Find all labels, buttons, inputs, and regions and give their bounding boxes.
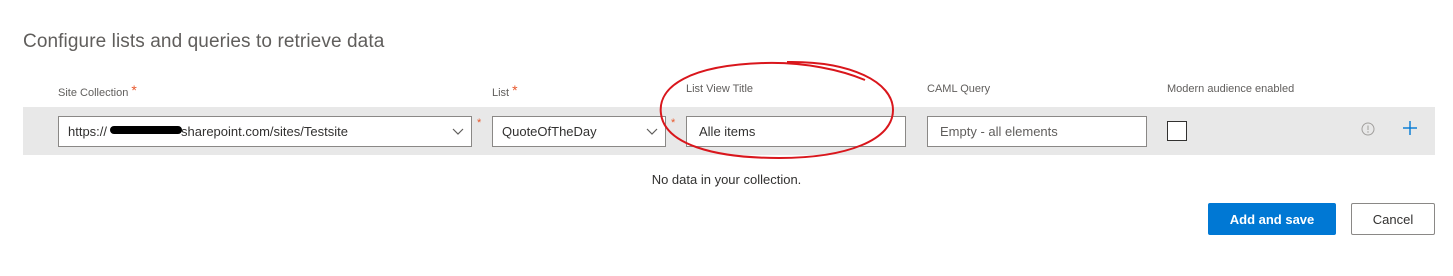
caml-query-input[interactable]: Empty - all elements: [927, 116, 1147, 147]
required-marker: *: [512, 82, 518, 98]
add-and-save-button[interactable]: Add and save: [1208, 203, 1336, 235]
column-header-modern-audience: Modern audience enabled: [1167, 83, 1295, 95]
required-marker: *: [131, 82, 137, 98]
plus-icon[interactable]: [1402, 120, 1418, 136]
modern-audience-checkbox[interactable]: [1167, 121, 1187, 141]
site-collection-label: Site Collection: [58, 87, 129, 99]
caml-query-placeholder: Empty - all elements: [940, 124, 1058, 139]
chevron-down-icon: [452, 128, 464, 135]
required-marker: *: [477, 117, 482, 129]
list-dropdown[interactable]: QuoteOfTheDay: [492, 116, 666, 147]
column-header-list: List *: [492, 82, 518, 99]
site-collection-value-end: sharepoint.com/sites/Testsite: [181, 124, 348, 139]
list-value: QuoteOfTheDay: [502, 124, 597, 139]
info-icon[interactable]: [1361, 122, 1375, 136]
page-title: Configure lists and queries to retrieve …: [23, 31, 385, 52]
cancel-button[interactable]: Cancel: [1351, 203, 1435, 235]
empty-message: No data in your collection.: [651, 172, 802, 187]
list-label: List: [492, 87, 510, 99]
column-header-site-collection: Site Collection *: [58, 82, 137, 99]
annotation-ellipse: [659, 60, 895, 160]
column-header-caml-query: CAML Query: [927, 83, 991, 95]
site-collection-value-start: https://: [68, 124, 108, 139]
redaction-mark: [110, 126, 182, 134]
